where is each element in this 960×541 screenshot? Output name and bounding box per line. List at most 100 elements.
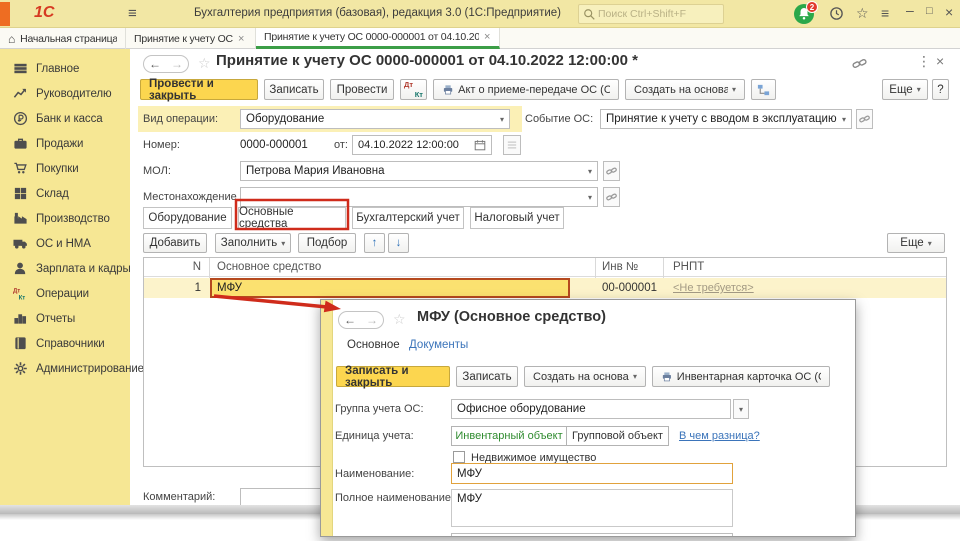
table-row[interactable]: 1 МФУ 00-000001 <Не требуется> [144, 278, 946, 298]
sidebar-item-main[interactable]: Главное [0, 56, 130, 81]
get-link-icon[interactable] [852, 57, 867, 73]
table-more-button[interactable]: Еще ▾ [887, 233, 945, 253]
sidebar-item-manager[interactable]: Руководителю [0, 81, 130, 106]
save-button[interactable]: Записать [264, 79, 324, 100]
print-act-button[interactable]: Акт о приеме-передаче ОС (ОС-1) [433, 79, 619, 100]
page-tab-tax[interactable]: Налоговый учет [470, 207, 564, 229]
dialog-save-close-button[interactable]: Записать и закрыть [336, 366, 450, 387]
sidebar-item-salary-hr[interactable]: Зарплата и кадры [0, 256, 130, 281]
unit-group-toggle[interactable]: Групповой объект [566, 426, 669, 446]
favorite-star-icon[interactable]: ☆ [198, 55, 211, 72]
sidebar-item-catalogs[interactable]: Справочники [0, 331, 130, 356]
tab-doc-list[interactable]: Принятие к учету ОС × [126, 28, 256, 49]
window-tab-bar: ⌂ Начальная страница Принятие к учету ОС… [0, 28, 960, 49]
page-tab-fixed-assets[interactable]: Основные средства [238, 207, 346, 229]
mol-open-link-button[interactable] [603, 161, 620, 181]
sidebar-item-warehouse[interactable]: Склад [0, 181, 130, 206]
location-open-link-button[interactable] [603, 187, 620, 207]
sidebar-item-administration[interactable]: Администрирование [0, 356, 130, 381]
page-tab-equipment[interactable]: Оборудование [143, 207, 232, 229]
tab-doc-active[interactable]: Принятие к учету ОС 0000-000001 от 04.10… [256, 28, 500, 49]
table-pick-button[interactable]: Подбор [298, 233, 356, 253]
post-and-close-button[interactable]: Провести и закрыть [140, 79, 258, 100]
col-header-inv[interactable]: Инв № [602, 261, 638, 273]
sidebar-item-bank-cash[interactable]: Банк и касса [0, 106, 130, 131]
maximize-button[interactable]: □ [926, 6, 933, 17]
unit-difference-link[interactable]: В чем разница? [679, 430, 760, 442]
tab-close-icon[interactable]: × [238, 33, 244, 45]
gear-icon [13, 361, 28, 376]
trend-icon [13, 86, 28, 101]
full-name-textarea[interactable]: МФУ [451, 489, 733, 527]
sidebar-item-purchases[interactable]: Покупки [0, 156, 130, 181]
sidebar-item-production[interactable]: Производство [0, 206, 130, 231]
form-menu-dots-icon[interactable]: ⋮ [917, 53, 931, 70]
move-down-button[interactable]: ↓ [388, 233, 409, 253]
table-fill-button[interactable]: Заполнить ▾ [215, 233, 291, 253]
sidebar-item-operations[interactable]: ДтКт Операции [0, 281, 130, 306]
favorite-star-icon[interactable]: ☆ [393, 311, 406, 328]
location-select[interactable]: ▾ [240, 187, 598, 207]
create-based-on-button[interactable]: Создать на основании ▾ [625, 79, 745, 100]
date-input[interactable]: 04.10.2022 12:00:00 [352, 135, 492, 155]
favorites-icon[interactable]: ☆ [856, 6, 869, 20]
event-open-link-button[interactable] [856, 109, 873, 129]
help-button[interactable]: ? [932, 79, 949, 100]
notifications-badge: 2 [806, 1, 818, 13]
cell-rnpt-link[interactable]: <Не требуется> [673, 282, 754, 294]
dialog-create-based-on-button[interactable]: Создать на основании ▾ [524, 366, 646, 387]
printer-icon [661, 370, 673, 383]
book-icon [13, 336, 28, 351]
form-more-button[interactable]: Еще ▾ [882, 79, 928, 100]
move-up-button[interactable]: ↑ [364, 233, 385, 253]
dialog-save-button[interactable]: Записать [456, 366, 518, 387]
cell-inv: 00-000001 [602, 282, 657, 294]
col-header-rnpt[interactable]: РНПТ [673, 261, 704, 273]
group-dropdown-button[interactable]: ▾ [733, 399, 749, 419]
unit-inventory-toggle[interactable]: Инвентарный объект [451, 426, 567, 446]
tab-home[interactable]: ⌂ Начальная страница [0, 28, 126, 49]
global-search[interactable] [578, 4, 724, 24]
dialog-nav-arrows[interactable]: ← → [338, 311, 384, 329]
sidebar-item-reports[interactable]: Отчеты [0, 306, 130, 331]
table-add-button[interactable]: Добавить [143, 233, 207, 253]
back-icon[interactable]: ← [344, 313, 356, 327]
history-icon[interactable] [829, 6, 844, 24]
tab-close-icon[interactable]: × [484, 31, 490, 43]
service-menu-icon[interactable]: ≡ [881, 6, 889, 20]
forward-icon[interactable]: → [171, 57, 183, 71]
col-header-asset[interactable]: Основное средство [217, 261, 321, 273]
dialog-nav-main[interactable]: Основное [347, 339, 400, 351]
minimize-button[interactable]: – [906, 3, 914, 17]
asset-card-dialog: ← → ☆ МФУ (Основное средство) Основное Д… [320, 299, 856, 537]
main-menu-icon[interactable]: ≡ [128, 5, 137, 22]
col-header-n[interactable]: N [144, 261, 201, 273]
mol-select[interactable]: Петрова Мария Ивановна ▾ [240, 161, 598, 181]
name-input[interactable]: МФУ [451, 463, 733, 484]
calendar-icon[interactable] [474, 139, 486, 151]
search-input[interactable] [596, 7, 718, 21]
dtkt-icon: Дт Кт [404, 82, 423, 97]
dialog-print-card-button[interactable]: Инвентарная карточка ОС (ОС-6) [652, 366, 830, 387]
forward-icon[interactable]: → [366, 313, 378, 327]
group-select[interactable]: Офисное оборудование [451, 399, 731, 419]
form-close-icon[interactable]: × [936, 53, 944, 69]
operation-label: Вид операции: [143, 113, 218, 125]
event-label: Событие ОС: [525, 113, 593, 125]
form-nav-arrows[interactable]: ← → [143, 55, 189, 73]
unit-label: Единица учета: [335, 430, 414, 442]
dtkt-button[interactable]: Дт Кт [400, 79, 427, 100]
operation-select[interactable]: Оборудование ▾ [240, 109, 510, 129]
realty-checkbox[interactable] [453, 451, 465, 463]
post-button[interactable]: Провести [330, 79, 394, 100]
related-documents-button[interactable] [751, 79, 776, 100]
cell-asset-selected[interactable]: МФУ [210, 278, 570, 298]
sidebar-item-os-nma[interactable]: ОС и НМА [0, 231, 130, 256]
dialog-nav-documents[interactable]: Документы [409, 339, 468, 351]
sidebar-item-sales[interactable]: Продажи [0, 131, 130, 156]
close-window-button[interactable]: × [945, 5, 953, 19]
back-icon[interactable]: ← [149, 57, 161, 71]
page-tab-accounting[interactable]: Бухгалтерский учет [352, 207, 464, 229]
clipped-bottom-field[interactable] [451, 533, 733, 537]
event-select[interactable]: Принятие к учету с вводом в эксплуатацию… [600, 109, 852, 129]
